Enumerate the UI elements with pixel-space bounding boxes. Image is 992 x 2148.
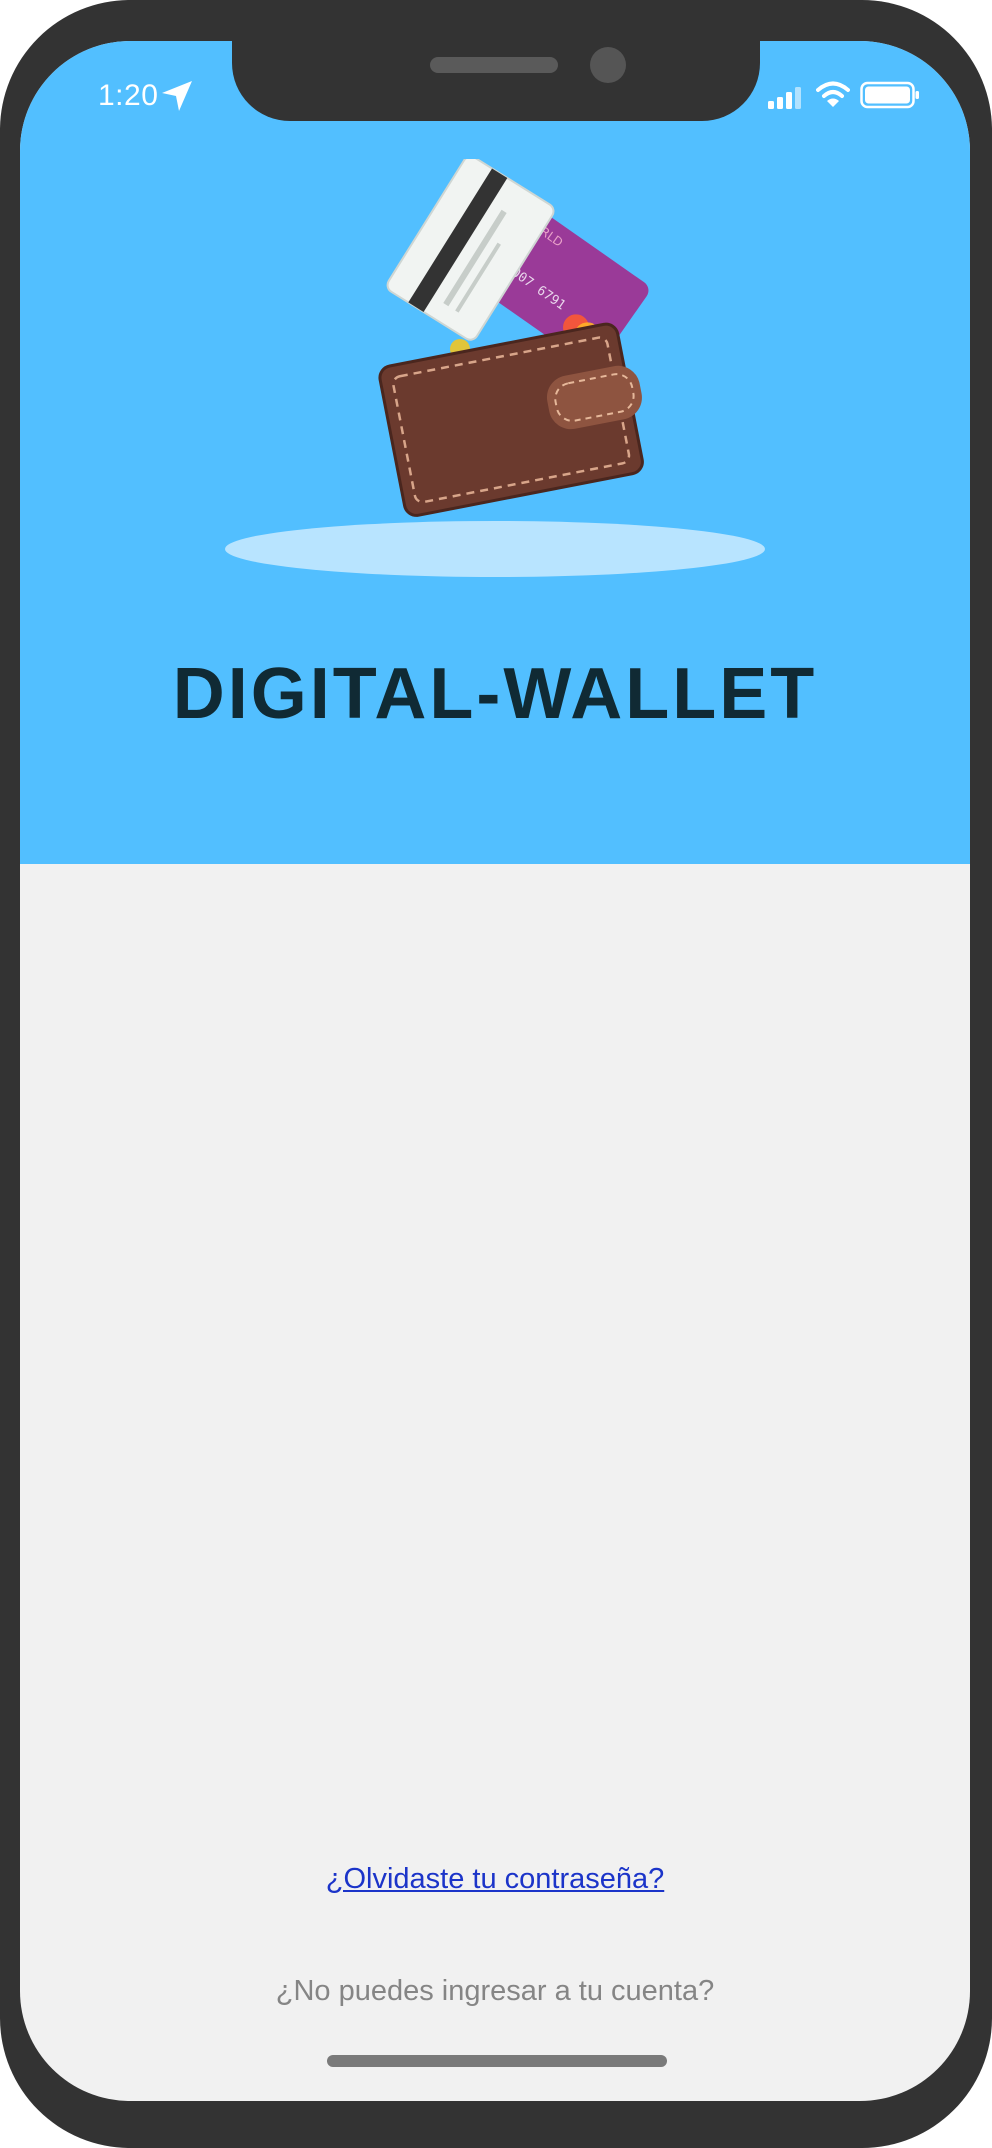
app-screen: 1:20 RLD 0007 6791 DIGITAL-WALLET ¿Olvid… xyxy=(20,41,970,2101)
signal-icon xyxy=(768,87,801,109)
speaker-grille xyxy=(430,57,558,73)
notch xyxy=(232,41,760,121)
hero-banner: 1:20 RLD 0007 6791 DIGITAL-WALLET xyxy=(20,41,970,864)
front-camera xyxy=(590,47,626,83)
app-title: DIGITAL-WALLET xyxy=(172,654,818,734)
wallet-with-cards-icon: RLD 0007 6791 xyxy=(378,159,649,517)
status-time: 1:20 xyxy=(98,79,159,112)
wifi-icon xyxy=(816,81,850,107)
phone-frame: 1:20 RLD 0007 6791 DIGITAL-WALLET ¿Olvid… xyxy=(0,0,992,2148)
forgot-password-link[interactable]: ¿Olvidaste tu contraseña? xyxy=(20,1863,970,1896)
home-indicator xyxy=(327,2055,667,2067)
wallet-shadow xyxy=(225,521,765,577)
cant-login-link[interactable]: ¿No puedes ingresar a tu cuenta? xyxy=(20,1975,970,2008)
battery-icon xyxy=(860,81,919,109)
location-arrow-icon xyxy=(162,81,192,111)
